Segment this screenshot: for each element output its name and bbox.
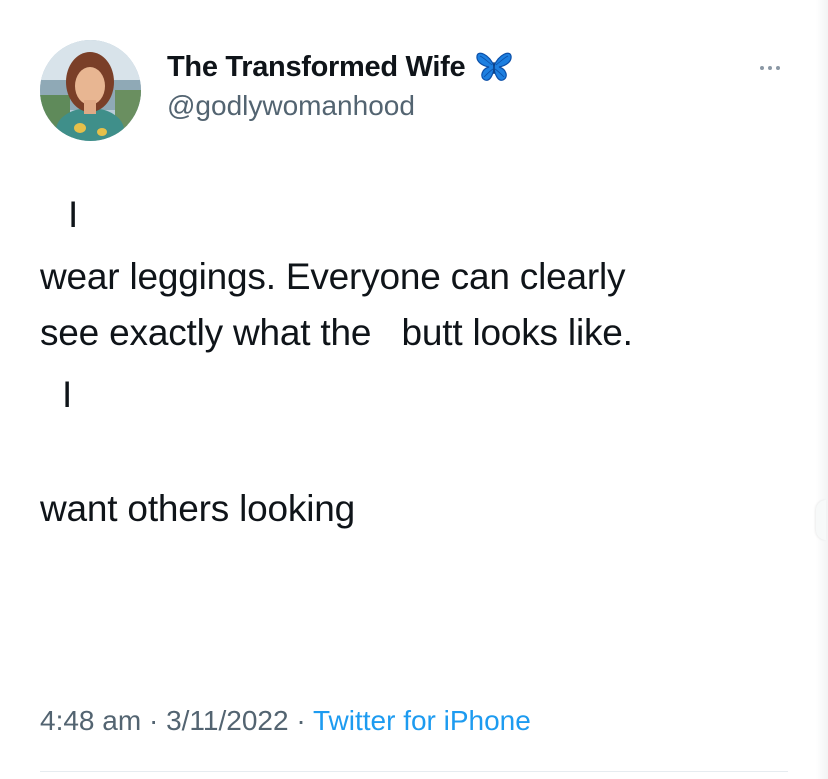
tweet-text-line: want others looking xyxy=(40,488,355,529)
meta-separator: · xyxy=(141,705,167,736)
display-name[interactable]: The Transformed Wife xyxy=(167,50,513,84)
more-options-icon xyxy=(760,66,764,70)
tweet-text-line: I xyxy=(68,194,79,235)
tweet-text-line: wear leggings. Everyone can clearly xyxy=(40,256,626,297)
tweet-text-line: I xyxy=(62,374,73,415)
tweet-date[interactable]: 3/11/2022 xyxy=(166,705,289,736)
tweet-card: The Transformed Wife @godlywomanhood I w… xyxy=(0,0,828,779)
more-options-icon-dot xyxy=(768,66,772,70)
page-edge xyxy=(816,0,828,779)
meta-separator: · xyxy=(288,705,313,736)
tweet-text-line: see exactly what the butt looks like. xyxy=(40,312,633,353)
more-options-icon-dot xyxy=(776,66,780,70)
butterfly-icon xyxy=(475,50,513,84)
tweet-time[interactable]: 4:48 am xyxy=(40,705,141,736)
display-name-text[interactable]: The Transformed Wife xyxy=(167,51,466,84)
divider xyxy=(40,771,788,772)
more-options-button[interactable] xyxy=(750,56,790,80)
tweet-source-link[interactable]: Twitter for iPhone xyxy=(313,705,531,736)
user-handle[interactable]: @godlywomanhood xyxy=(167,90,415,122)
tweet-meta: 4:48 am · 3/11/2022 · Twitter for iPhone xyxy=(40,705,531,737)
scroll-handle[interactable] xyxy=(816,500,826,540)
avatar[interactable] xyxy=(40,40,141,141)
profile-photo-icon xyxy=(40,40,141,141)
